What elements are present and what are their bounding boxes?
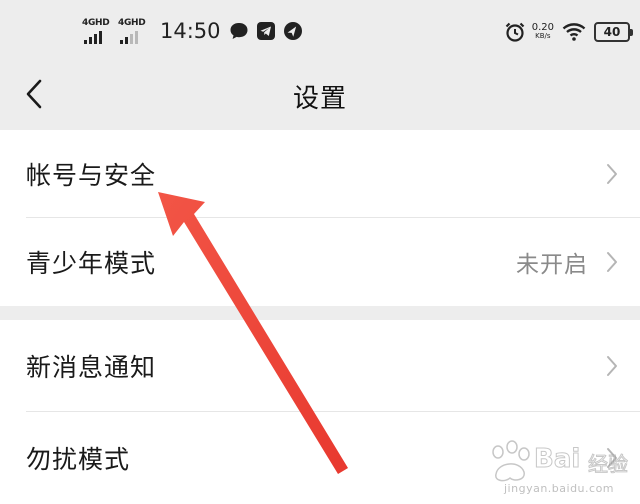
- signal-indicator-1: 4GHD: [82, 18, 112, 44]
- watermark-url: jingyan.baidu.com: [504, 482, 615, 495]
- chat-bubble-icon: [230, 23, 248, 39]
- signal-indicator-2: 4GHD: [118, 18, 148, 44]
- battery-level: 40: [603, 25, 621, 39]
- baidu-jingyan-watermark: Bai 经验 jingyan.baidu.com: [480, 438, 630, 498]
- status-bar-left: 4GHD 4GHD 14:50: [82, 16, 310, 46]
- settings-item-teen-mode[interactable]: 青少年模式 未开启: [0, 218, 640, 306]
- phone-screen: 4GHD 4GHD 14:50 0.20 KB/s 40 设置 帐号与安全 青少…: [0, 0, 640, 504]
- settings-item-label: 新消息通知: [26, 353, 157, 382]
- watermark-brand-cn: 经验: [588, 452, 629, 477]
- settings-item-new-message-notification[interactable]: 新消息通知: [0, 320, 640, 412]
- battery-icon: 40: [594, 22, 633, 42]
- network-speed-unit: KB/s: [535, 32, 551, 40]
- navigation-icon: [283, 22, 302, 40]
- network-speed: 0.20 KB/s: [532, 23, 554, 41]
- signal-bars-icon: [84, 31, 102, 44]
- wifi-icon: [562, 23, 586, 41]
- navigation-header: 设置: [0, 62, 640, 130]
- status-bar-right: 0.20 KB/s 40: [504, 18, 633, 46]
- network-speed-value: 0.20: [531, 22, 554, 33]
- chevron-right-icon: [607, 252, 617, 272]
- settings-item-label: 帐号与安全: [26, 161, 157, 190]
- telegram-icon: [256, 22, 275, 40]
- settings-item-label: 勿扰模式: [26, 445, 131, 474]
- network-type-label: 4GHD: [82, 18, 110, 28]
- status-clock: 14:50: [160, 19, 221, 43]
- alarm-icon: [505, 22, 525, 42]
- settings-item-value: 未开启: [516, 252, 588, 278]
- watermark-brand-latin: Bai: [533, 444, 581, 475]
- page-title: 设置: [292, 84, 347, 114]
- chevron-right-icon: [607, 356, 617, 376]
- signal-bars-icon: [120, 31, 138, 44]
- settings-item-label: 青少年模式: [26, 249, 157, 278]
- network-type-label: 4GHD: [118, 18, 146, 28]
- settings-group-account: 帐号与安全 青少年模式 未开启: [0, 130, 640, 306]
- paw-logo-icon: [492, 440, 530, 482]
- chevron-right-icon: [607, 164, 617, 184]
- settings-item-account-security[interactable]: 帐号与安全: [0, 130, 640, 218]
- status-bar: 4GHD 4GHD 14:50 0.20 KB/s 40: [0, 0, 640, 62]
